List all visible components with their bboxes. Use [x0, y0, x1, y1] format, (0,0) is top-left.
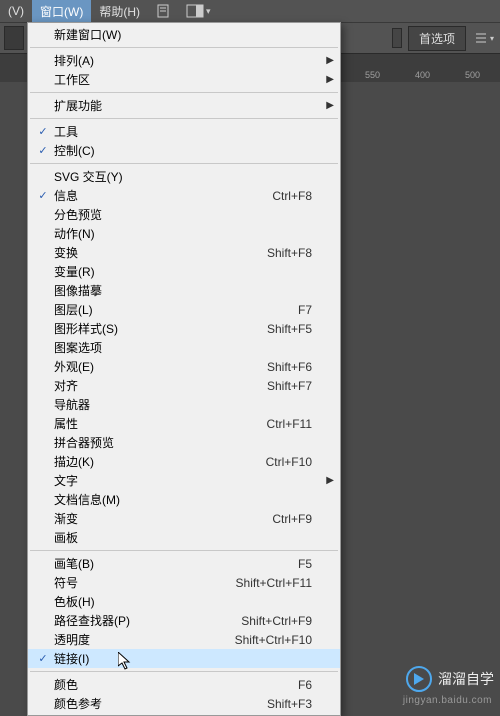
menu-separator — [30, 163, 338, 164]
menu-actions[interactable]: 动作(N) — [28, 224, 340, 243]
check-icon: ✓ — [32, 652, 54, 665]
ruler-mark: 550 — [365, 70, 380, 80]
menu-stroke[interactable]: 描边(K)Ctrl+F10 — [28, 452, 340, 471]
menu-gradient[interactable]: 渐变Ctrl+F9 — [28, 509, 340, 528]
menu-svg[interactable]: SVG 交互(Y) — [28, 167, 340, 186]
menu-brushes[interactable]: 画笔(B)F5 — [28, 554, 340, 573]
menu-arrange[interactable]: 排列(A)▶ — [28, 51, 340, 70]
watermark-sub: jingyan.baidu.com — [403, 695, 492, 706]
toolbar-swatch[interactable] — [4, 26, 24, 50]
menu-align[interactable]: 对齐Shift+F7 — [28, 376, 340, 395]
menu-separator — [30, 92, 338, 93]
menu-separations[interactable]: 分色预览 — [28, 205, 340, 224]
check-icon: ✓ — [32, 144, 54, 157]
menu-attributes[interactable]: 属性Ctrl+F11 — [28, 414, 340, 433]
menu-separator — [30, 47, 338, 48]
menu-layers[interactable]: 图层(L)F7 — [28, 300, 340, 319]
toolbar-sep — [392, 28, 402, 48]
menu-workspace[interactable]: 工作区▶ — [28, 70, 340, 89]
menu-view[interactable]: (V) — [0, 1, 32, 21]
watermark-text: 溜溜自学 — [438, 669, 494, 689]
menubar: (V) 窗口(W) 帮助(H) ▾ — [0, 0, 500, 22]
menu-image-trace[interactable]: 图像描摹 — [28, 281, 340, 300]
menu-swatches[interactable]: 色板(H) — [28, 592, 340, 611]
menu-info[interactable]: ✓信息Ctrl+F8 — [28, 186, 340, 205]
menu-type[interactable]: 文字▶ — [28, 471, 340, 490]
preferences-button[interactable]: 首选项 — [408, 26, 466, 51]
menu-pathfinder[interactable]: 路径查找器(P)Shift+Ctrl+F9 — [28, 611, 340, 630]
menu-help[interactable]: 帮助(H) — [91, 0, 148, 23]
menu-links[interactable]: ✓链接(I) — [28, 649, 340, 668]
ruler-mark: 500 — [465, 70, 480, 80]
menu-separator — [30, 118, 338, 119]
window-menu-dropdown: 新建窗口(W) 排列(A)▶ 工作区▶ 扩展功能▶ ✓工具 ✓控制(C) SVG… — [27, 22, 341, 716]
play-icon — [406, 666, 432, 692]
ruler-mark: 400 — [415, 70, 430, 80]
layout-icon[interactable]: ▾ — [178, 1, 219, 21]
menu-separator — [30, 671, 338, 672]
menu-control[interactable]: ✓控制(C) — [28, 141, 340, 160]
watermark: 溜溜自学 — [406, 666, 494, 692]
menu-navigator[interactable]: 导航器 — [28, 395, 340, 414]
toolbar-menu-icon[interactable]: ▾ — [472, 28, 496, 48]
menu-separator — [30, 550, 338, 551]
menu-new-window[interactable]: 新建窗口(W) — [28, 25, 340, 44]
menu-artboards[interactable]: 画板 — [28, 528, 340, 547]
menu-symbols[interactable]: 符号Shift+Ctrl+F11 — [28, 573, 340, 592]
doc-icon[interactable] — [148, 1, 178, 21]
menu-transparency[interactable]: 透明度Shift+Ctrl+F10 — [28, 630, 340, 649]
menu-extensions[interactable]: 扩展功能▶ — [28, 96, 340, 115]
menu-pattern-options[interactable]: 图案选项 — [28, 338, 340, 357]
check-icon: ✓ — [32, 125, 54, 138]
menu-color[interactable]: 颜色F6 — [28, 675, 340, 694]
menu-appearance[interactable]: 外观(E)Shift+F6 — [28, 357, 340, 376]
menu-flattener[interactable]: 拼合器预览 — [28, 433, 340, 452]
menu-transform[interactable]: 变换Shift+F8 — [28, 243, 340, 262]
menu-graphic-styles[interactable]: 图形样式(S)Shift+F5 — [28, 319, 340, 338]
check-icon: ✓ — [32, 189, 54, 202]
menu-doc-info[interactable]: 文档信息(M) — [28, 490, 340, 509]
menu-window[interactable]: 窗口(W) — [32, 0, 91, 23]
menu-tools[interactable]: ✓工具 — [28, 122, 340, 141]
menu-variables[interactable]: 变量(R) — [28, 262, 340, 281]
menu-color-guide[interactable]: 颜色参考Shift+F3 — [28, 694, 340, 713]
